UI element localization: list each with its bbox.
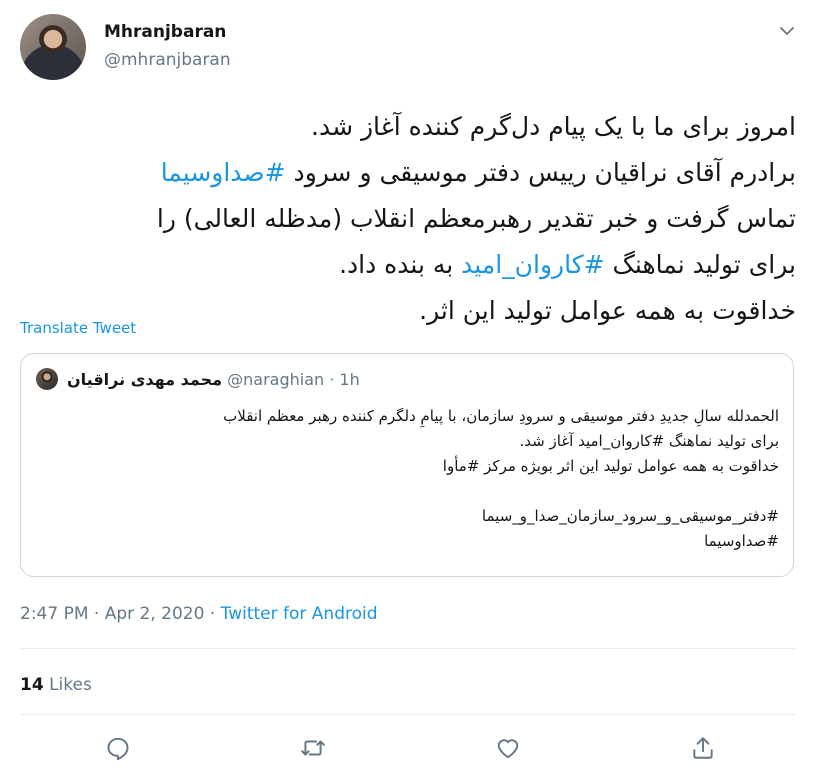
hashtag-link[interactable]: #کاروان_امید	[461, 250, 604, 279]
tweet-line-text: برای تولید نماهنگ	[604, 250, 796, 279]
quoted-author-avatar	[36, 368, 58, 390]
tweet-time-date[interactable]: 2:47 PM · Apr 2, 2020 ·	[20, 604, 221, 624]
quoted-author-name: محمد مهدی نراقیان	[67, 370, 223, 389]
tweet-line: برادرم آقای نراقیان رییس دفتر موسیقی و س…	[20, 150, 796, 196]
likes-count: 14	[20, 675, 44, 695]
tweet-line: برای تولید نماهنگ #کاروان_امید به بنده د…	[20, 242, 796, 288]
tweet-line-text: برادرم آقای نراقیان رییس دفتر موسیقی و س…	[285, 158, 796, 187]
divider	[20, 648, 796, 649]
reply-icon[interactable]	[105, 735, 131, 761]
quoted-line: برای تولید نماهنگ #کاروان_امید آغاز شد.	[519, 432, 779, 450]
quoted-line	[41, 479, 779, 504]
quoted-author-handle: @naraghian	[227, 370, 325, 389]
tweet-source-link[interactable]: Twitter for Android	[221, 604, 378, 624]
tweet-line: امروز برای ما با یک پیام دل‌گرم کننده آغ…	[311, 112, 796, 141]
quoted-tweet-text: الحمدلله سالِ جدیدِ دفتر موسیقی و سرودِ …	[41, 404, 779, 554]
quoted-line: #دفتر_موسیقی_و_سرود_سازمان_صدا_و_سیما	[481, 507, 779, 525]
quoted-time: 1h	[339, 370, 360, 389]
chevron-down-icon[interactable]	[778, 22, 796, 40]
share-icon[interactable]	[690, 735, 716, 761]
quoted-line: خداقوت به همه عوامل تولید این اثر بویژه …	[442, 457, 779, 475]
likes-label: Likes	[49, 675, 92, 695]
author-avatar[interactable]	[20, 14, 86, 80]
quoted-tweet[interactable]: محمد مهدی نراقیان @naraghian · 1h الحمدل…	[20, 353, 794, 577]
quoted-tweet-header: محمد مهدی نراقیان @naraghian · 1h	[67, 370, 360, 389]
author-name[interactable]: Mhranjbaran	[104, 22, 226, 42]
tweet-timestamp: 2:47 PM · Apr 2, 2020 · Twitter for Andr…	[20, 604, 378, 624]
quoted-line: الحمدلله سالِ جدیدِ دفتر موسیقی و سرودِ …	[223, 407, 779, 425]
quoted-line: #صداوسیما	[704, 532, 779, 550]
retweet-icon[interactable]	[300, 735, 326, 761]
tweet-text: امروز برای ما با یک پیام دل‌گرم کننده آغ…	[20, 104, 796, 334]
likes-stat[interactable]: 14 Likes	[20, 675, 92, 695]
tweet-line: تماس گرفت و خبر تقدیر رهبرمعظم انقلاب (م…	[156, 204, 796, 233]
author-handle[interactable]: @mhranjbaran	[104, 50, 231, 70]
heart-icon[interactable]	[495, 735, 521, 761]
tweet-line-text: به بنده داد.	[339, 250, 462, 279]
divider	[20, 714, 796, 715]
translate-tweet-link[interactable]: Translate Tweet	[20, 319, 136, 337]
tweet-line: خداقوت به همه عوامل تولید این اثر.	[419, 296, 796, 325]
hashtag-link[interactable]: #صداوسیما	[161, 158, 286, 187]
separator-dot: ·	[324, 370, 340, 389]
